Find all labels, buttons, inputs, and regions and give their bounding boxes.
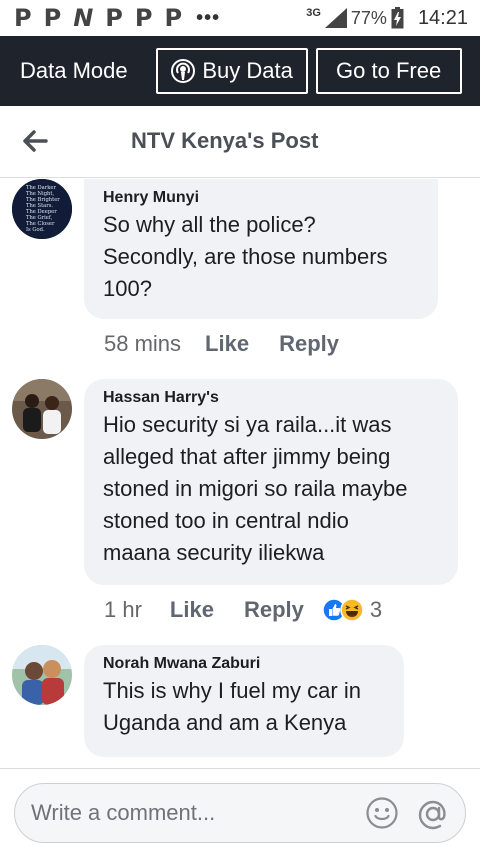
comment-timestamp: 1 hr	[104, 597, 142, 622]
more-notifications-icon: •••	[196, 6, 221, 29]
comment-bubble[interactable]: Hassan Harry's Hio security si ya raila.…	[84, 379, 458, 585]
go-to-free-label: Go to Free	[336, 58, 442, 83]
page-title: NTV Kenya's Post	[131, 128, 319, 153]
buy-data-label: Buy Data	[202, 58, 293, 83]
comment-text-line: stoned in migori so raila maybe	[103, 476, 408, 501]
comment-author[interactable]: Norah Mwana Zaburi	[103, 655, 384, 673]
mention-icon[interactable]	[415, 796, 451, 832]
post-header: NTV Kenya's Post	[0, 106, 480, 178]
go-to-free-button[interactable]: Go to Free	[315, 48, 462, 94]
svg-text:Is God.: Is God.	[26, 227, 45, 233]
broadcast-icon	[171, 59, 196, 83]
battery-charging-icon	[391, 7, 404, 29]
p-app-notification-icon: P	[43, 4, 62, 32]
buy-data-button[interactable]: Buy Data	[155, 48, 308, 94]
comment-meta: 58 mins Like Reply	[104, 331, 339, 357]
network-type: 3G	[306, 7, 321, 19]
comment-input[interactable]: Write a comment...	[14, 783, 466, 843]
like-button[interactable]: Like	[170, 597, 214, 623]
comments-feed[interactable]: The Darker The Night, The Brighter The S…	[0, 179, 480, 769]
status-bar: P P N P P P ••• 3G 77% 14:21	[0, 0, 480, 36]
comment-author[interactable]: Henry Munyi	[103, 189, 418, 207]
battery-percent: 77%	[350, 7, 387, 28]
p-app-notification-icon: P	[164, 4, 183, 32]
data-mode-label: Data Mode	[20, 58, 128, 83]
haha-reaction-icon	[340, 598, 364, 622]
comment-meta: 1 hr Like Reply 3	[104, 597, 382, 623]
data-mode-bar: Data Mode Buy Data Go to Free	[0, 36, 480, 106]
avatar-image: The Darker The Night, The Brighter The S…	[12, 179, 72, 239]
comment-input-placeholder: Write a comment...	[31, 800, 216, 825]
avatar[interactable]	[12, 379, 72, 439]
avatar[interactable]: The Darker The Night, The Brighter The S…	[12, 179, 72, 239]
emoji-icon[interactable]	[365, 796, 399, 830]
comment-text-line: stoned too in central ndio	[103, 508, 349, 533]
comment-bubble[interactable]: Henry Munyi So why all the police? Secon…	[84, 179, 438, 319]
comment-text-line: So why all the police?	[103, 212, 316, 237]
avatar-image	[12, 645, 72, 705]
status-right: 3G 77% 14:21	[306, 7, 468, 30]
back-arrow-icon	[23, 130, 48, 152]
comment-text-line: alleged that after jimmy being	[103, 444, 391, 469]
comment-bubble[interactable]: Norah Mwana Zaburi This is why I fuel my…	[84, 645, 404, 757]
comment-text-line: maana security iliekwa	[103, 540, 325, 565]
back-button[interactable]	[22, 126, 52, 156]
clock: 14:21	[417, 6, 468, 29]
avatar-image	[12, 379, 72, 439]
reaction-count: 3	[369, 597, 383, 622]
comment-composer-bar: Write a comment...	[0, 768, 480, 854]
p-app-notification-icon: P	[14, 4, 32, 32]
like-button[interactable]: Like	[205, 331, 249, 357]
signal-icon	[324, 8, 347, 28]
notification-icons: P P N P P P •••	[14, 4, 220, 32]
comment-text-line: Hio security si ya raila...it was	[103, 412, 392, 437]
comment-text-line: 100?	[103, 276, 152, 301]
comment-text-line: Uganda and am a Kenya	[103, 710, 347, 735]
comment-timestamp: 58 mins	[104, 331, 182, 356]
n-app-notification-icon: N	[73, 4, 94, 32]
p-app-notification-icon: P	[134, 4, 153, 32]
p-app-notification-icon: P	[105, 4, 123, 32]
comment-author[interactable]: Hassan Harry's	[103, 389, 438, 407]
comment-text-line: This is why I fuel my car in	[103, 678, 361, 703]
comment-text-line: Secondly, are those numbers	[103, 244, 388, 269]
reactions-summary[interactable]: 3	[322, 597, 382, 623]
reply-button[interactable]: Reply	[279, 331, 339, 357]
reply-button[interactable]: Reply	[244, 597, 304, 623]
avatar[interactable]	[12, 645, 72, 705]
